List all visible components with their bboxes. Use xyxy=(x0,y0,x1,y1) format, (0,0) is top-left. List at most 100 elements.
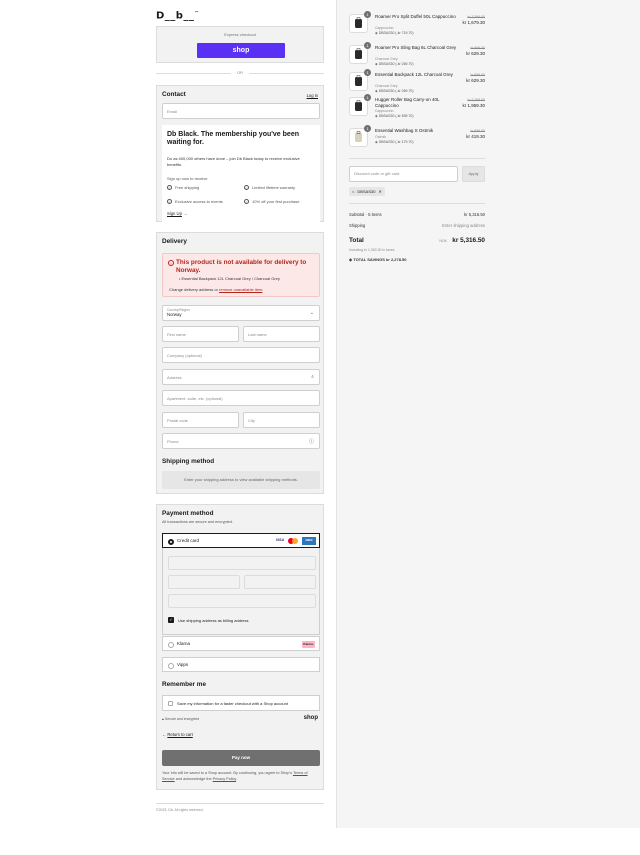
vipps-option[interactable]: Vipps xyxy=(162,657,320,672)
company-field[interactable]: Company (optional) xyxy=(162,347,320,363)
contact-title: Contact xyxy=(162,91,186,98)
email-field[interactable]: Email xyxy=(162,103,320,119)
logo[interactable]: D__b__™ xyxy=(156,10,199,21)
privacy-link[interactable]: Privacy Policy xyxy=(213,777,236,781)
quantity-badge: 1 xyxy=(364,125,371,132)
subtotal-row: Subtotal · 5 items kr 5,316.50 xyxy=(349,212,485,217)
item-discount: ◈ DBSAS30 (-kr 839.70) xyxy=(375,113,414,118)
address-field[interactable]: Address ⌕ xyxy=(162,369,320,385)
perk-item: ✓ Limited lifetime warranty xyxy=(244,185,296,190)
item-name: Essential Washbag S Ostrnik xyxy=(375,128,434,133)
first-name-field[interactable]: First name xyxy=(162,326,239,342)
help-icon[interactable]: ⓘ xyxy=(309,438,314,445)
remove-item-link[interactable]: remove unavailable item xyxy=(219,287,262,292)
express-checkout-label: Express checkout xyxy=(224,32,256,37)
postal-code-field[interactable]: Postal code xyxy=(162,412,239,428)
check-icon: ✓ xyxy=(244,185,249,190)
shipping-row: Shipping Enter shipping address xyxy=(349,223,485,228)
city-field[interactable]: City xyxy=(243,412,320,428)
shipping-method-title: Shipping method xyxy=(162,458,215,465)
radio-unselected[interactable] xyxy=(168,641,174,648)
item-discount: ◈ DBSAS30 (-kr 269.70) xyxy=(375,61,414,66)
remove-discount-icon[interactable]: ✕ xyxy=(378,187,381,196)
washbag-icon xyxy=(355,131,362,142)
payment-section: Payment method All transactions are secu… xyxy=(156,504,324,790)
item-discount: ◈ DBSAS30 (-kr 179.70) xyxy=(375,139,414,144)
item-discount: ◈ DBSAS30 (-kr 719.70) xyxy=(375,30,414,35)
security-code-field[interactable] xyxy=(244,575,316,589)
card-form: ✓ Use shipping address as billing addres… xyxy=(162,548,320,635)
save-info-option[interactable]: Save my information for a faster checkou… xyxy=(162,695,320,711)
taxes-note: Including kr 1,063.30 in taxes xyxy=(349,248,395,252)
tag-icon: ◈ xyxy=(375,113,378,118)
discount-code-input[interactable]: Discount code or gift card xyxy=(349,166,458,182)
quantity-badge: 1 xyxy=(364,11,371,18)
shop-pay-button[interactable]: shop xyxy=(197,43,285,58)
item-original-price: kr 899.00 xyxy=(470,46,485,50)
quantity-badge: 1 xyxy=(364,94,371,101)
error-title: This product is not available for delive… xyxy=(176,259,307,274)
card-number-field[interactable] xyxy=(168,556,316,570)
radio-selected[interactable] xyxy=(168,538,174,545)
footer-divider xyxy=(156,803,324,804)
signup-link[interactable]: Sign Up → xyxy=(167,211,187,216)
chevron-down-icon: ⌄ xyxy=(309,310,314,316)
delivery-title: Delivery xyxy=(162,238,187,245)
item-discount: ◈ DBSAS30 (-kr 269.70) xyxy=(375,88,414,93)
tag-icon: ◈ xyxy=(375,61,378,66)
remember-me-title: Remember me xyxy=(162,681,207,688)
klarna-option[interactable]: Klarna Klarna. xyxy=(162,636,320,651)
apply-button[interactable]: Apply xyxy=(462,166,485,182)
lock-icon: 🔒︎ xyxy=(162,717,164,721)
applied-discount-tag: ⌂ DBSAS30 ✕ xyxy=(349,187,385,196)
login-link[interactable]: Log in xyxy=(307,93,318,98)
promo-subtitle: Sign up now to receive xyxy=(167,176,208,181)
cart-item: 1 Roamer Pro Sling Bag 6L Charcoal Grey Ch… xyxy=(349,42,485,66)
tag-icon: ◈ xyxy=(375,30,378,35)
pay-now-button[interactable]: Pay now xyxy=(162,750,320,766)
payment-subtitle: All transactions are secure and encrypte… xyxy=(162,520,233,524)
item-price: kr 419.30 xyxy=(466,134,485,139)
shop-logo: shop xyxy=(303,715,318,721)
save-info-checkbox[interactable] xyxy=(168,701,173,706)
quantity-badge: 1 xyxy=(364,42,371,49)
perk-item: ✓ Exclusive access to events xyxy=(167,199,223,204)
expiry-field[interactable] xyxy=(168,575,240,589)
perk-item: ✓ Free shipping xyxy=(167,185,200,190)
tag-icon: ⌂ xyxy=(352,189,355,194)
currency-label: NOK xyxy=(439,239,447,243)
billing-checkbox[interactable]: ✓ xyxy=(168,617,174,623)
credit-card-option[interactable]: Credit card VISA AMEX xyxy=(162,533,320,548)
cart-item: 1 Essential Washbag S Ostrnik Ostrnik ◈ DBS… xyxy=(349,125,485,148)
billing-label: Use shipping address as billing address xyxy=(178,617,249,623)
apartment-field[interactable]: Apartment, suite, etc. (optional) xyxy=(162,390,320,406)
amex-icon: AMEX xyxy=(302,537,316,545)
check-icon: ✓ xyxy=(167,185,172,190)
check-icon: ✓ xyxy=(167,199,172,204)
item-name: Roamer Pro Split Duffel 50L Cappuccino xyxy=(375,14,456,19)
express-checkout: Express checkout shop xyxy=(156,26,324,63)
item-name: Hugger Roller Bag Carry-on 40L Cappuccin… xyxy=(375,97,440,108)
item-price: kr 1,959.30 xyxy=(462,103,485,108)
arrow-right-icon: → xyxy=(183,211,188,216)
arrow-left-icon: ← xyxy=(162,732,167,737)
tag-icon: ◈ xyxy=(375,88,378,93)
order-summary-panel xyxy=(336,0,640,828)
cart-item: 1 Essential Backpack 12L Charcoal Grey Cha… xyxy=(349,69,485,93)
item-original-price: kr 899.00 xyxy=(470,73,485,77)
shipping-method-info: Enter your shipping address to view avai… xyxy=(162,471,320,489)
item-variant: Charcoal Grey xyxy=(375,57,398,61)
radio-unselected[interactable] xyxy=(168,662,174,669)
cart-item: 1 Roamer Pro Split Duffel 50L Cappuccino C… xyxy=(349,11,485,35)
backpack-icon xyxy=(355,75,362,86)
phone-field[interactable]: Phone ⓘ xyxy=(162,433,320,449)
item-variant: Ostrnik xyxy=(375,135,387,139)
name-on-card-field[interactable] xyxy=(168,594,316,608)
summary-divider xyxy=(349,203,485,204)
return-to-cart-link[interactable]: ← Return to cart xyxy=(162,732,193,737)
klarna-icon: Klarna. xyxy=(302,640,315,648)
copyright: ©2023, Db. All rights reserved. xyxy=(156,808,204,812)
mastercard-icon xyxy=(288,538,298,545)
last-name-field[interactable]: Last name xyxy=(243,326,320,342)
country-select[interactable]: Country/Region Norway ⌄ xyxy=(162,305,320,321)
